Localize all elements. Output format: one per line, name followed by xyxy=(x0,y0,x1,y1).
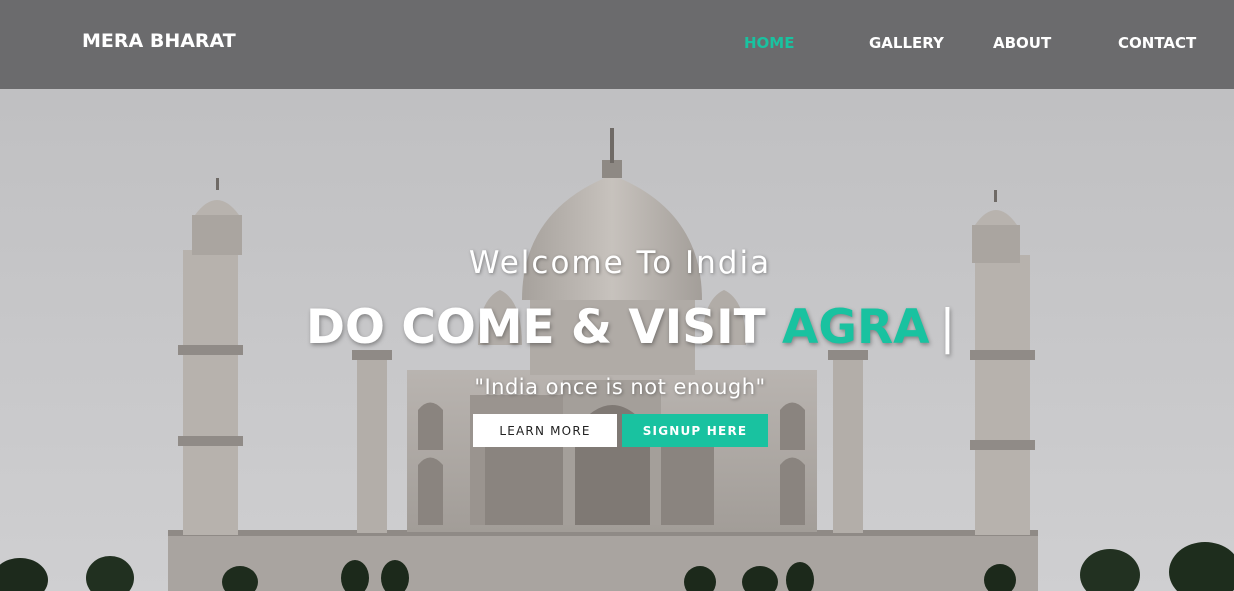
hero-tagline: "India once is not enough" xyxy=(474,375,766,399)
learn-more-button[interactable]: LEARN MORE xyxy=(473,414,617,447)
headline-prefix: DO COME & VISIT xyxy=(306,300,782,355)
headline-accent-word: AGRA xyxy=(782,300,930,355)
hero-section: Welcome To India DO COME & VISIT AGRA | "… xyxy=(0,0,1234,591)
signup-button[interactable]: SIGNUP HERE xyxy=(622,414,768,447)
hero-welcome-text: Welcome To India xyxy=(468,245,772,281)
typing-cursor: | xyxy=(939,300,956,355)
hero-headline: DO COME & VISIT AGRA | xyxy=(306,300,955,355)
